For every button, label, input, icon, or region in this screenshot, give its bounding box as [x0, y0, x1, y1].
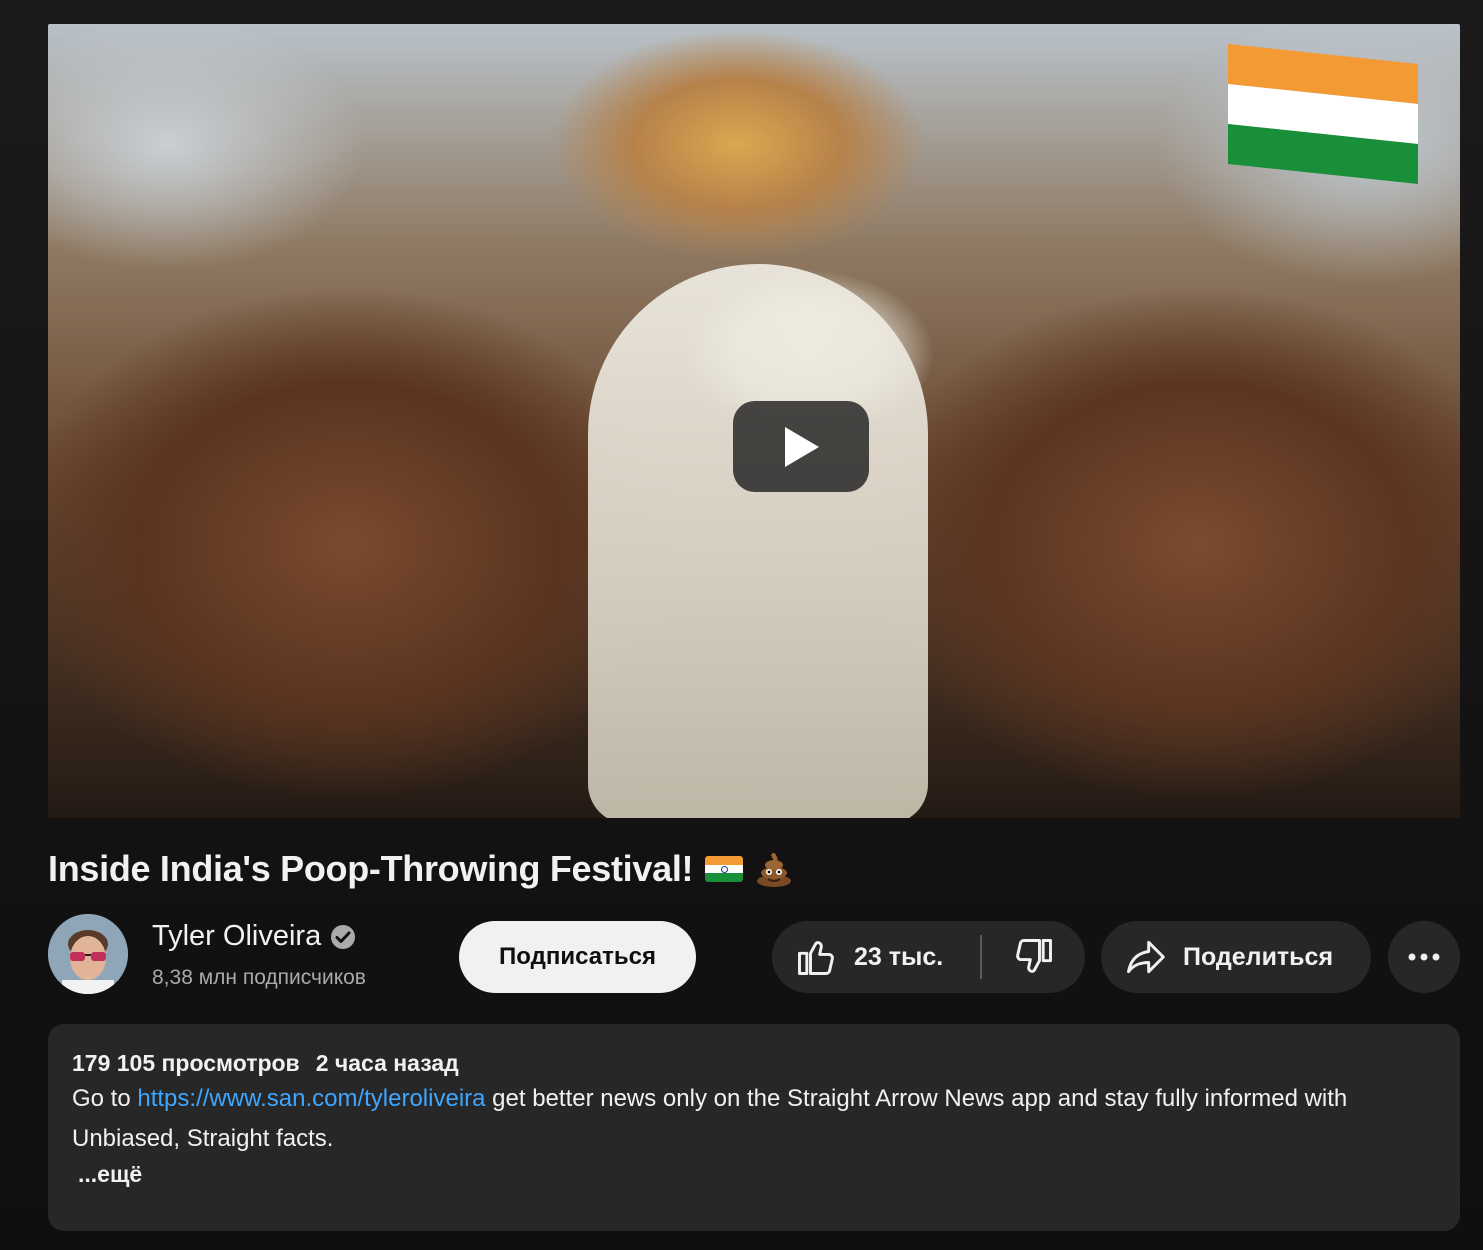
india-flag-decoration [1228, 44, 1418, 184]
thumbs-up-icon [798, 941, 834, 975]
dislike-button[interactable] [982, 921, 1085, 993]
share-button[interactable]: Поделиться [1101, 921, 1371, 993]
description-meta: 179 105 просмотров 2 часа назад [72, 1050, 1436, 1077]
share-label: Поделиться [1183, 942, 1334, 971]
upload-date: 2 часа назад [315, 1050, 459, 1076]
owner-actions-row: Tyler Oliveira 8,38 млн подписчиков Подп… [48, 914, 1460, 998]
channel-name[interactable]: Tyler Oliveira [152, 920, 357, 953]
play-icon [785, 426, 819, 467]
thumbnail-figure [588, 264, 928, 818]
subscriber-count: 8,38 млн подписчиков [152, 966, 366, 989]
verified-badge-icon [331, 924, 356, 949]
channel-name-text: Tyler Oliveira [152, 920, 322, 952]
show-more-link[interactable]: ...ещё [72, 1161, 1436, 1188]
channel-avatar[interactable] [48, 914, 128, 994]
like-count: 23 тыс. [854, 942, 944, 971]
video-player[interactable] [48, 24, 1460, 818]
description-prefix: Go to [72, 1085, 138, 1112]
share-arrow-icon [1127, 940, 1165, 974]
description-link[interactable]: https://www.san.com/tyleroliveira [137, 1085, 485, 1112]
view-count: 179 105 просмотров [72, 1050, 300, 1076]
pile-of-poo-icon [757, 852, 792, 887]
thumbs-down-icon [1015, 939, 1052, 973]
play-button[interactable] [733, 401, 869, 492]
more-horizontal-icon [1408, 953, 1440, 961]
subscribe-button[interactable]: Подписаться [459, 921, 696, 993]
like-button[interactable]: 23 тыс. [772, 921, 980, 993]
video-title-text: Inside India's Poop-Throwing Festival! [48, 848, 694, 889]
description-text: Go to https://www.san.com/tyleroliveira … [72, 1079, 1436, 1159]
video-title: Inside India's Poop-Throwing Festival! [48, 848, 793, 890]
india-flag-icon [705, 856, 744, 882]
avatar-portrait [48, 914, 128, 994]
more-actions-button[interactable] [1388, 921, 1460, 993]
like-dislike-group: 23 тыс. [772, 921, 1085, 993]
description-box[interactable]: 179 105 просмотров 2 часа назад Go to ht… [48, 1024, 1460, 1231]
